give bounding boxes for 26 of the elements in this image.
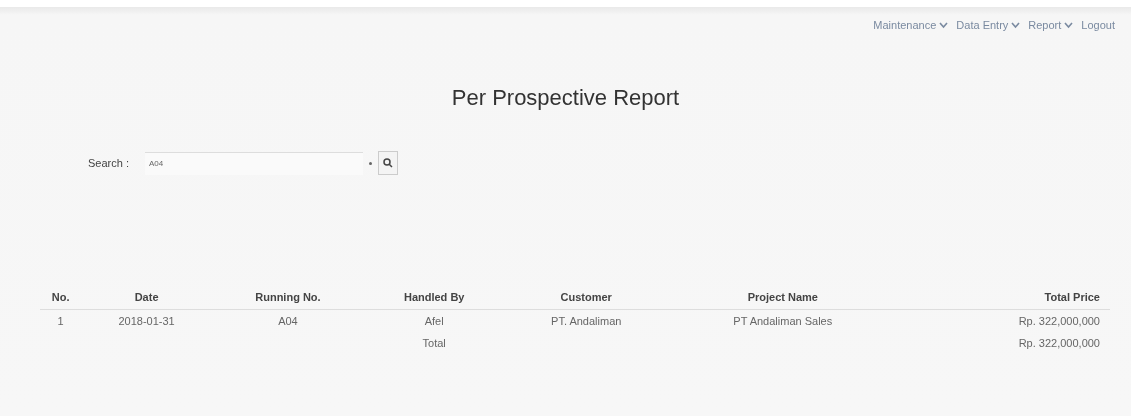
table-cell: A04 bbox=[212, 309, 364, 332]
search-label: Search : bbox=[88, 157, 130, 169]
column-header: Running No. bbox=[212, 287, 364, 310]
nav-menu-item[interactable]: Data Entry bbox=[956, 19, 1021, 31]
column-header: Project Name bbox=[667, 287, 898, 310]
search-button[interactable] bbox=[378, 151, 398, 175]
table-cell: PT. Andaliman bbox=[504, 309, 668, 332]
table-cell: Afel bbox=[363, 309, 505, 332]
table-cell: 2018-01-31 bbox=[81, 309, 212, 332]
table-cell: PT Andaliman Sales bbox=[667, 309, 898, 332]
column-header: Handled By bbox=[363, 287, 505, 310]
nav-menu-item[interactable]: Report bbox=[1028, 19, 1074, 31]
page-title: Per Prospective Report bbox=[450, 85, 681, 111]
nav-menu-item[interactable]: Logout bbox=[1081, 19, 1115, 31]
search-icon bbox=[383, 158, 393, 168]
column-header: No. bbox=[40, 287, 82, 310]
total-value: Rp. 322,000,000 bbox=[1017, 336, 1101, 351]
search-field[interactable]: A04 bbox=[145, 151, 363, 175]
column-header: Total Price bbox=[897, 287, 1110, 310]
total-label: Total bbox=[421, 336, 447, 351]
column-header: Date bbox=[81, 287, 212, 310]
table-cell: 1 bbox=[40, 309, 82, 332]
column-header: Customer bbox=[504, 287, 668, 310]
nav-menu-item[interactable]: Maintenance bbox=[873, 19, 949, 31]
table-cell: Rp. 322,000,000 bbox=[897, 309, 1110, 332]
dot-icon bbox=[369, 161, 372, 165]
